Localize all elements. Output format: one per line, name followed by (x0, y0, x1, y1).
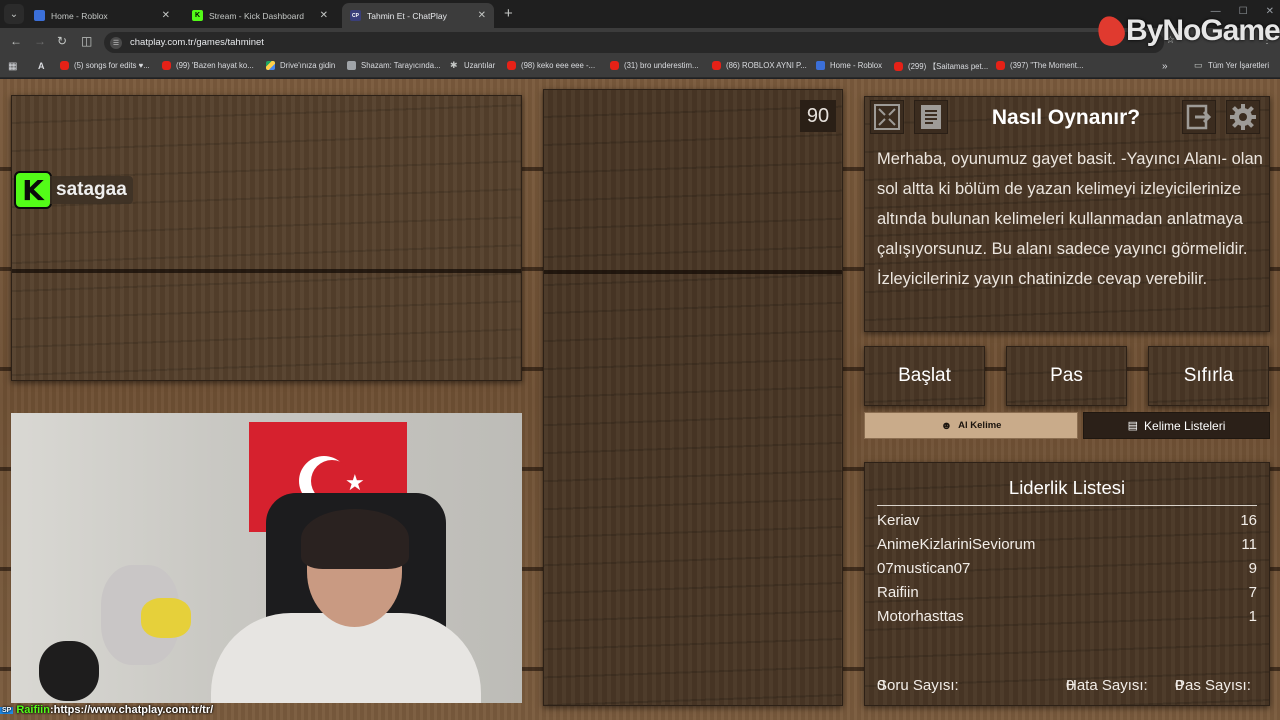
forward-icon[interactable]: → (34, 34, 46, 48)
browser-toolbar: ← → ↻ ◫ ☰ chatplay.com.tr/games/tahminet… (0, 28, 1280, 56)
bookmark-item[interactable]: ✱ Uzantılar (450, 60, 495, 71)
streamer-name: satagaa (50, 176, 133, 204)
kick-icon: K (14, 171, 52, 209)
leaderboard-title: Liderlik Listesi (877, 477, 1257, 506)
bookmark-item[interactable]: (99) 'Bazen hayat ko... (162, 61, 254, 70)
address-bar[interactable]: ☰ chatplay.com.tr/games/tahminet (104, 32, 1164, 53)
tab-title: Stream - Kick Dashboard (209, 10, 304, 21)
exit-icon[interactable] (1182, 100, 1216, 134)
tab-home-roblox[interactable]: Home - Roblox ✕ (26, 3, 178, 28)
leaderboard-row: 07mustican07 9 (877, 560, 1257, 577)
bookmarks-bar: ▦ A (5) songs for edits ♥... (99) 'Bazen… (0, 56, 1280, 78)
countdown-timer: 90 (800, 100, 836, 132)
drive-icon (266, 61, 275, 70)
split-view-icon[interactable]: ◫ (81, 34, 92, 48)
bynogame-mark-icon (1093, 12, 1129, 50)
apps-icon[interactable]: ▦ (8, 61, 17, 72)
tab-kick-dashboard[interactable]: K Stream - Kick Dashboard ✕ (184, 3, 336, 28)
notes-icon[interactable] (914, 100, 948, 134)
tab-search-button[interactable]: ⌄ (4, 4, 24, 24)
reload-icon[interactable]: ↻ (57, 34, 67, 48)
youtube-icon (894, 62, 903, 71)
bookmark-item[interactable]: Shazam: Tarayıcında... (347, 61, 441, 70)
bynogame-wordmark: ByNoGame (1126, 14, 1280, 47)
bookmark-item[interactable]: (31) bro underestim... (610, 61, 699, 70)
start-button[interactable]: Başlat (864, 346, 985, 406)
shazam-icon (347, 61, 356, 70)
extensions-icon: ✱ (450, 60, 458, 70)
bookmark-item[interactable]: Drive'ınıza gidin (266, 61, 335, 70)
settings-gear-icon[interactable] (1226, 100, 1260, 134)
chat-text: https://www.chatplay.com.tr/tr/ (53, 704, 214, 716)
url-text: chatplay.com.tr/games/tahminet (130, 37, 264, 48)
more-bookmarks-icon[interactable]: » (1162, 61, 1168, 72)
translate-icon[interactable]: A (38, 61, 45, 71)
howto-text: Merhaba, oyunumuz gayet basit. -Yayıncı … (877, 150, 1263, 288)
word-lists-button[interactable]: ▤ Kelime Listeleri (1083, 412, 1270, 439)
clipboard-icon: ▤ (1127, 420, 1139, 432)
robot-icon: ☻ (940, 419, 953, 432)
leaderboard-row: Raifiin 7 (877, 584, 1257, 601)
reset-button[interactable]: Sıfırla (1148, 346, 1269, 406)
word-area (543, 89, 843, 706)
tab-chatplay[interactable]: CP Tahmin Et - ChatPlay ✕ (342, 3, 494, 28)
bookmark-item[interactable]: (5) songs for edits ♥... (60, 61, 150, 70)
site-info-icon[interactable]: ☰ (110, 36, 122, 49)
bookmark-item[interactable]: (98) keko eee eee -... (507, 61, 595, 70)
new-tab-button[interactable]: + (504, 5, 513, 22)
tab-bar: ⌄ Home - Roblox ✕ K Stream - Kick Dashbo… (0, 0, 1280, 28)
close-icon[interactable]: ✕ (320, 10, 328, 21)
leaderboard-row: AnimeKizlariniSeviorum 11 (877, 536, 1257, 553)
youtube-icon (996, 61, 1005, 70)
bookmark-item[interactable]: (299) 【Saitamas pet... (894, 61, 988, 72)
tab-title: Tahmin Et - ChatPlay (367, 10, 447, 21)
roblox-icon (34, 10, 45, 21)
streamer-area-top (11, 95, 522, 381)
streamer-tag: K satagaa (14, 171, 133, 209)
bookmark-item[interactable]: (86) ROBLOX AYNI P... (712, 61, 807, 70)
fullscreen-icon[interactable] (870, 100, 904, 134)
kick-icon: K (192, 10, 203, 21)
chat-badge: SP (0, 706, 14, 714)
bynogame-logo: ByNoGame (1093, 12, 1280, 50)
youtube-icon (610, 61, 619, 70)
all-bookmarks[interactable]: ▭ Tüm Yer İşaretleri (1194, 60, 1269, 71)
bookmark-item[interactable]: Home - Roblox (816, 61, 882, 70)
youtube-icon (712, 61, 721, 70)
pass-button[interactable]: Pas (1006, 346, 1127, 406)
tab-title: Home - Roblox (51, 10, 108, 21)
leaderboard-row: Keriav 16 (877, 512, 1257, 529)
howto-title: Nasıl Oynanır? (991, 106, 1141, 129)
chat-message: SP Raifiin : https://www.chatplay.com.tr… (0, 704, 214, 716)
webcam-feed: ★ (11, 413, 522, 703)
leaderboard-row: Motorhasttas 1 (877, 608, 1257, 625)
roblox-icon (816, 61, 825, 70)
back-icon[interactable]: ← (10, 34, 22, 48)
get-word-button[interactable]: ☻ Al Kelime (864, 412, 1078, 439)
chatplay-icon: CP (350, 10, 361, 21)
bookmark-item[interactable]: (397) "The Moment... (996, 61, 1083, 70)
youtube-icon (162, 61, 171, 70)
close-icon[interactable]: ✕ (162, 10, 170, 21)
youtube-icon (507, 61, 516, 70)
chat-username: Raifiin (16, 704, 50, 716)
close-icon[interactable]: ✕ (478, 10, 486, 21)
youtube-icon (60, 61, 69, 70)
folder-icon: ▭ (1194, 60, 1203, 70)
